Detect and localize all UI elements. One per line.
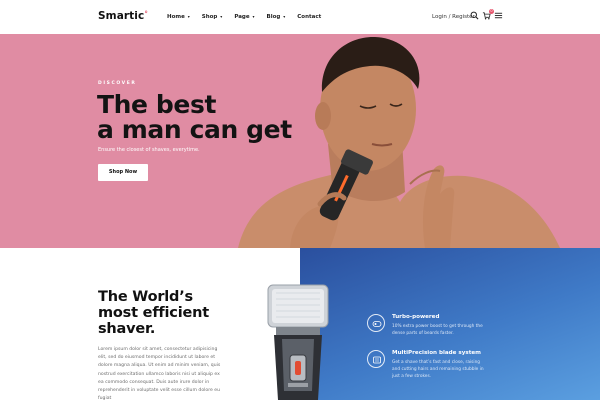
feature-blade: MultiPrecision blade system Get a shave …: [367, 350, 487, 390]
nav-item-contact[interactable]: Contact: [297, 14, 321, 20]
features-section: The World’s most efficient shaver. Lorem…: [0, 248, 600, 400]
chevron-down-icon: ▾: [220, 14, 223, 19]
brand-mark: °: [144, 10, 148, 18]
feature-blade-desc: Get a shave that’s fast and close, raisi…: [392, 360, 484, 379]
chevron-down-icon: ▾: [187, 14, 190, 19]
feature-turbo: Turbo-powered 10% extra power boost to g…: [367, 314, 487, 344]
search-icon[interactable]: [470, 11, 480, 21]
turbo-icon: [367, 314, 385, 332]
blade-icon: [367, 350, 385, 368]
nav-item-blog[interactable]: Blog ▾: [267, 14, 286, 20]
brand-logo[interactable]: Smartic°: [98, 10, 148, 22]
main-nav: Home ▾ Shop ▾ Page ▾ Blog ▾ Contact: [167, 14, 321, 20]
nav-item-page[interactable]: Page ▾: [234, 14, 254, 20]
features-body-text: Lorem ipsum dolor sit amet, consectetur …: [98, 347, 221, 400]
brand-name: Smartic: [98, 10, 145, 22]
nav-item-home[interactable]: Home ▾: [167, 14, 190, 20]
nav-item-shop[interactable]: Shop ▾: [202, 14, 223, 20]
site-header: Smartic° Home ▾ Shop ▾ Page ▾ Blog ▾ Con…: [0, 0, 600, 34]
login-register-link[interactable]: Login / Register: [432, 14, 475, 20]
hero-subtitle: Ensure the closest of shaves, everytime.: [98, 147, 200, 153]
shop-now-button[interactable]: Shop Now: [98, 164, 148, 181]
features-title: The World’s most efficient shaver.: [98, 289, 209, 337]
feature-blade-name: MultiPrecision blade system: [392, 350, 482, 356]
cart-icon[interactable]: 0: [482, 9, 494, 21]
chevron-down-icon: ▾: [252, 14, 255, 19]
feature-turbo-name: Turbo-powered: [392, 314, 440, 320]
feature-turbo-desc: 10% extra power boost to get through the…: [392, 324, 483, 336]
hero-kicker: DISCOVER: [98, 81, 137, 86]
menu-icon[interactable]: [494, 11, 504, 21]
shaver-product-image: [267, 284, 329, 400]
hero-title: The best a man can get: [97, 90, 292, 144]
chevron-down-icon: ▾: [283, 14, 286, 19]
hero-banner: DISCOVER The best a man can get Ensure t…: [0, 34, 600, 248]
